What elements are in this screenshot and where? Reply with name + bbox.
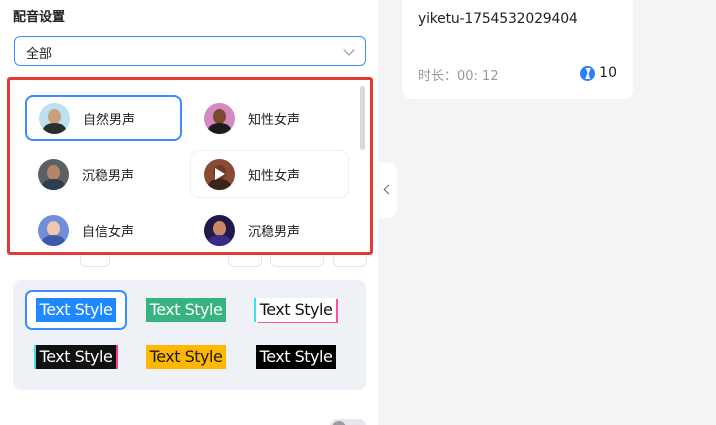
text-style-label: Text Style bbox=[145, 298, 227, 322]
text-style-label: Text Style bbox=[255, 298, 337, 322]
voice-list-scrollbar[interactable] bbox=[360, 86, 365, 150]
hidden-button[interactable] bbox=[228, 255, 262, 267]
task-name: yiketu-1754532029404 bbox=[418, 11, 578, 27]
chevron-left-icon bbox=[383, 184, 394, 195]
voice-item[interactable]: 沉稳男声 bbox=[25, 151, 182, 197]
voice-label: 沉稳男声 bbox=[248, 224, 301, 240]
text-style-option[interactable]: Text Style bbox=[245, 290, 347, 330]
voice-item[interactable]: 知性女声 bbox=[191, 95, 348, 141]
duration-text: 时长：00: 12 bbox=[418, 69, 499, 84]
text-style-label: Text Style bbox=[145, 345, 227, 369]
avatar bbox=[38, 214, 69, 246]
voice-item[interactable]: 自然男声 bbox=[25, 95, 182, 141]
voice-item[interactable]: 沉稳男声 bbox=[191, 207, 348, 252]
voice-label: 自然男声 bbox=[83, 112, 136, 128]
text-style-option[interactable]: Text Style bbox=[135, 290, 237, 330]
avatar bbox=[204, 102, 235, 134]
avatar bbox=[39, 102, 70, 134]
result-card[interactable]: yiketu-1754532029404 时长：00: 12 10 bbox=[402, 0, 633, 99]
hidden-button[interactable] bbox=[333, 255, 367, 267]
voice-label: 知性女声 bbox=[248, 168, 301, 184]
voice-filter-select[interactable]: 全部 bbox=[14, 36, 366, 66]
collapse-panel-button[interactable] bbox=[378, 162, 397, 218]
play-icon[interactable] bbox=[215, 167, 225, 180]
voice-label: 沉稳男声 bbox=[82, 168, 135, 184]
text-style-option[interactable]: Text Style bbox=[245, 337, 347, 377]
toggle-switch[interactable] bbox=[330, 419, 366, 425]
text-style-panel: Text Style Text Style Text Style Text St… bbox=[13, 280, 366, 390]
text-style-option[interactable]: Text Style bbox=[25, 337, 127, 377]
voice-filter-value: 全部 bbox=[26, 47, 53, 62]
text-style-label: Text Style bbox=[35, 345, 117, 369]
hidden-button[interactable] bbox=[270, 255, 324, 267]
avatar bbox=[204, 214, 235, 246]
text-style-option[interactable]: Text Style bbox=[135, 337, 237, 377]
credit-count: 10 bbox=[599, 65, 617, 81]
settings-panel: 配音设置 全部 自然男声 知性女声 沉稳男声 知性女声 自信女声 沉稳男声 Te… bbox=[0, 0, 378, 425]
text-style-option[interactable]: Text Style bbox=[25, 290, 127, 330]
section-title: 配音设置 bbox=[13, 10, 66, 25]
voice-item[interactable]: 知性女声 bbox=[191, 151, 348, 197]
text-style-label: Text Style bbox=[255, 345, 337, 369]
voice-label: 知性女声 bbox=[248, 112, 301, 128]
credit-badge: 10 bbox=[580, 65, 617, 81]
lightning-icon bbox=[580, 65, 596, 81]
voice-label: 自信女声 bbox=[82, 224, 135, 240]
voice-item[interactable]: 自信女声 bbox=[25, 207, 182, 252]
avatar bbox=[204, 158, 235, 190]
chevron-down-icon bbox=[343, 44, 355, 56]
voice-list: 自然男声 知性女声 沉稳男声 知性女声 自信女声 沉稳男声 bbox=[10, 82, 370, 252]
avatar bbox=[38, 158, 69, 190]
hidden-button[interactable] bbox=[80, 255, 110, 267]
text-style-label: Text Style bbox=[35, 298, 117, 322]
